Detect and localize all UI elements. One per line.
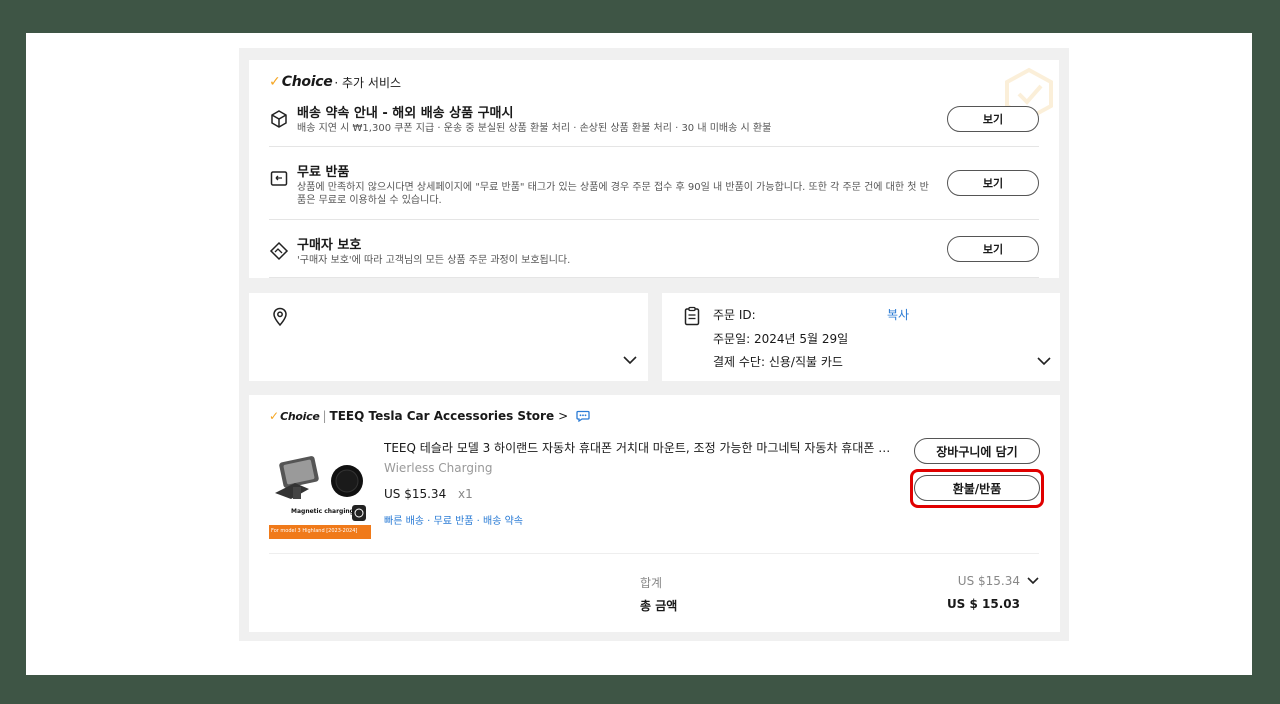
view-free-return-button[interactable]: 보기 <box>947 170 1039 196</box>
location-pin-icon <box>273 307 287 327</box>
total-label: 총 금액 <box>640 599 678 613</box>
chevron-right-icon[interactable]: > <box>558 409 568 423</box>
store-header: ✓ Choice | TEEQ Tesla Car Accessories St… <box>269 409 590 423</box>
choice-brand: Choice <box>280 409 320 423</box>
separator: | <box>322 409 327 423</box>
thumbnail-caption: Magnetic charging <box>291 508 354 515</box>
product-price: US $15.34 <box>384 487 447 501</box>
refund-return-button[interactable]: 환불/반품 <box>914 475 1040 501</box>
service-title: 구매자 보호 <box>297 238 362 253</box>
divider <box>269 277 1039 278</box>
product-title-link[interactable]: TEEQ 테슬라 모델 3 하이랜드 자동차 휴대폰 거치대 마운트, 조정 가… <box>384 439 894 456</box>
total-value: US $ 15.03 <box>946 597 1020 611</box>
product-variant: Wierless Charging <box>384 461 493 475</box>
thumbnail-banner: For model 3 Highland [2023-2024] <box>271 528 358 534</box>
product-tags: 빠른 배송 · 무료 반품 · 배송 약속 <box>384 516 524 527</box>
choice-services-card: ✓ Choice · 추가 서비스 배송 약속 안내 - 해외 배송 상품 구매… <box>249 60 1059 278</box>
product-price-line: US $15.34 x1 <box>384 487 473 501</box>
order-detail-panel: ✓ Choice · 추가 서비스 배송 약속 안내 - 해외 배송 상품 구매… <box>239 48 1069 641</box>
store-order-card: ✓ Choice | TEEQ Tesla Car Accessories St… <box>249 395 1060 632</box>
store-name-link[interactable]: TEEQ Tesla Car Accessories Store <box>330 409 555 423</box>
phone-holder-image <box>269 456 371 539</box>
divider <box>269 553 1039 554</box>
order-id-label: 주문 ID: <box>713 308 756 322</box>
payment-method: 결제 수단: 신용/직불 카드 <box>713 355 843 369</box>
choice-check-icon: ✓ <box>269 74 281 90</box>
chevron-down-icon[interactable] <box>1026 574 1040 588</box>
add-to-cart-button[interactable]: 장바구니에 담기 <box>914 438 1040 464</box>
service-desc: '구매자 보호'에 따라 고객님의 모든 상품 주문 과정이 보호됩니다. <box>297 255 571 266</box>
service-title: 무료 반품 <box>297 165 350 180</box>
choice-brand: Choice <box>281 74 333 90</box>
order-date: 주문일: 2024년 5월 29일 <box>713 332 849 346</box>
chat-bubble-icon[interactable] <box>576 410 590 422</box>
view-buyer-protection-button[interactable]: 보기 <box>947 236 1039 262</box>
product-quantity: x1 <box>458 487 473 501</box>
subtotal-label: 합계 <box>640 576 663 590</box>
divider <box>269 219 1039 220</box>
order-info-card: 주문 ID: 복사 주문일: 2024년 5월 29일 결제 수단: 신용/직불… <box>662 293 1060 381</box>
return-icon <box>270 171 288 186</box>
clipboard-icon <box>684 306 700 326</box>
service-desc: 상품에 만족하지 않으시다면 상세페이지에 "무료 반품" 태그가 있는 상품에… <box>297 182 929 206</box>
handshake-icon <box>269 241 289 261</box>
copy-order-id-link[interactable]: 복사 <box>887 306 909 323</box>
chevron-down-icon[interactable] <box>622 354 638 366</box>
product-thumbnail[interactable]: Magnetic charging For model 3 Highland [… <box>269 453 371 539</box>
box-icon <box>271 110 287 128</box>
choice-check-icon: ✓ <box>269 409 280 423</box>
choice-subtitle: · 추가 서비스 <box>334 75 402 90</box>
service-title: 배송 약속 안내 - 해외 배송 상품 구매시 <box>297 106 514 121</box>
divider <box>269 146 1039 147</box>
shipping-address-card[interactable] <box>249 293 648 381</box>
view-delivery-promise-button[interactable]: 보기 <box>947 106 1039 132</box>
choice-header: ✓ Choice · 추가 서비스 <box>269 73 401 91</box>
service-desc: 배송 지연 시 ₩1,300 쿠폰 지급 · 운송 중 분실된 상품 환불 처리… <box>297 123 772 134</box>
subtotal-value: US $15.34 <box>957 574 1020 588</box>
chevron-down-icon[interactable] <box>1036 355 1052 367</box>
